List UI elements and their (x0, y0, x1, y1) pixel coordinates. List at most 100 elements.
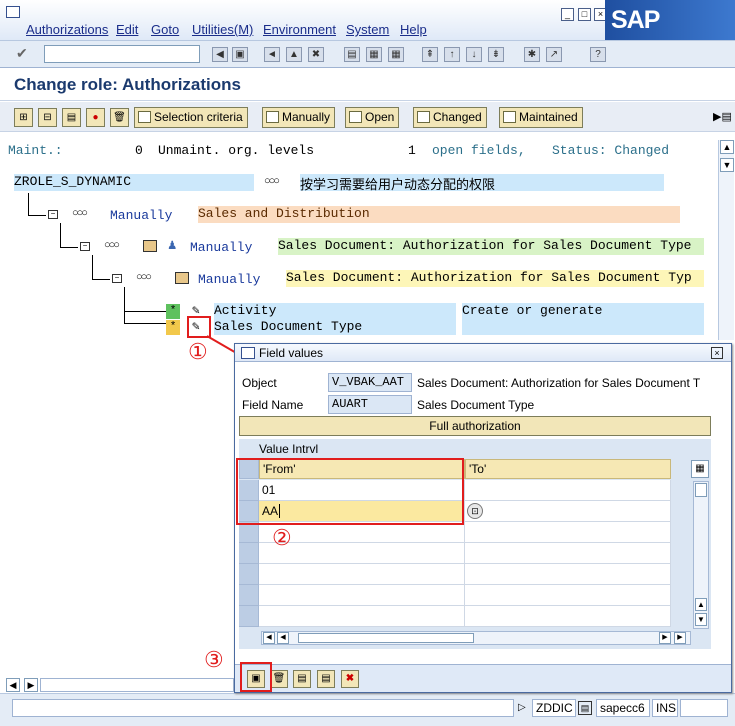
enter-check-icon[interactable]: ✔ (16, 45, 28, 62)
prev-page-icon[interactable]: ↑ (444, 47, 460, 62)
menu-goto[interactable]: Goto (151, 22, 179, 37)
exit-icon[interactable]: ▲ (286, 47, 302, 62)
scroll-up-icon[interactable]: ▲ (720, 140, 734, 154)
horizontal-scrollbar[interactable] (40, 678, 234, 692)
vertical-scrollbar[interactable]: ▲ ▼ (718, 140, 734, 340)
to-cell[interactable] (465, 564, 671, 585)
row-selector[interactable] (239, 606, 259, 627)
delete-icon[interactable]: 🗑 (110, 108, 129, 127)
level1-text[interactable]: Sales and Distribution (198, 206, 680, 223)
collapse-node-icon[interactable]: − (112, 274, 122, 283)
new-session-icon[interactable]: ✱ (524, 47, 540, 62)
menu-authorizations[interactable]: Authorizations (26, 22, 108, 37)
shortcut-icon[interactable]: ↗ (546, 47, 562, 62)
scroll-up-icon[interactable]: ▲ (695, 598, 707, 611)
scroll-left-icon[interactable]: ◀ (6, 678, 20, 692)
maintained-button[interactable]: Maintained (499, 107, 583, 128)
open-button[interactable]: Open (345, 107, 400, 128)
minimize-icon[interactable]: _ (561, 8, 574, 21)
menu-utilities[interactable]: Utilities(M) (192, 22, 253, 37)
system-menu-icon[interactable] (6, 6, 20, 18)
cancel-icon[interactable]: ✖ (308, 47, 324, 62)
collapse-node-icon[interactable]: − (48, 210, 58, 219)
open-icon (349, 111, 362, 123)
menu-system[interactable]: System (346, 22, 389, 37)
to-cell[interactable] (465, 522, 671, 543)
value-help-icon[interactable]: ⊡ (467, 503, 483, 519)
level1-status: Manually (110, 208, 173, 223)
row-selector[interactable] (239, 564, 259, 585)
insert-row-icon[interactable]: ▤ (293, 670, 311, 688)
find-icon[interactable]: ▦ (366, 47, 382, 62)
restore-icon[interactable]: □ (578, 8, 591, 21)
row-selector[interactable] (239, 543, 259, 564)
scroll-right-icon[interactable]: ▶ (24, 678, 38, 692)
close-icon[interactable]: × (711, 347, 723, 359)
help-icon[interactable]: ? (590, 47, 606, 62)
session-icon[interactable]: ▤ (578, 701, 592, 715)
full-authorization-button[interactable]: Full authorization (239, 416, 711, 436)
dialog-titlebar: Field values × (235, 344, 731, 362)
level3-text[interactable]: Sales Document: Authorization for Sales … (286, 270, 704, 287)
back-icon[interactable]: ◀ (212, 47, 228, 62)
role-name[interactable]: ZROLE_S_DYNAMIC (14, 174, 254, 191)
object-icon (143, 240, 157, 252)
delete-icon[interactable]: 🗑 (270, 670, 288, 688)
expand-icon[interactable]: ⊞ (14, 108, 33, 127)
scroll-down-icon[interactable]: ▼ (720, 158, 734, 172)
back-arrow-icon[interactable]: ◄ (264, 47, 280, 62)
menu-help[interactable]: Help (400, 22, 427, 37)
scroll-right-icon[interactable]: ▶ (659, 632, 671, 644)
from-cell[interactable] (259, 606, 465, 627)
table-horizontal-scrollbar[interactable]: ◀ ◀ ▶ ▶ (261, 631, 691, 645)
row-selector[interactable] (239, 522, 259, 543)
to-cell[interactable] (465, 480, 671, 501)
field-doctype-name: Sales Document Type (214, 319, 456, 335)
manually-button[interactable]: Manually (262, 107, 336, 128)
document-icon[interactable]: ▤ (62, 108, 81, 127)
from-cell[interactable] (259, 585, 465, 606)
scroll-down-icon[interactable]: ▼ (695, 613, 707, 626)
menu-edit[interactable]: Edit (116, 22, 138, 37)
table-scroll-thumb[interactable] (695, 483, 707, 497)
print-icon[interactable]: ▤ (344, 47, 360, 62)
title-bar: Change role: Authorizations (0, 69, 735, 101)
status-label: Status: Changed (552, 143, 670, 158)
command-field[interactable] (44, 45, 200, 63)
object-description: Sales Document: Authorization for Sales … (417, 376, 701, 390)
level2-text[interactable]: Sales Document: Authorization for Sales … (278, 238, 704, 255)
unmaint-label: Unmaint. org. levels (158, 143, 315, 158)
select-icon[interactable]: ▤ (317, 670, 335, 688)
to-cell[interactable] (465, 501, 671, 522)
last-page-icon[interactable]: ⇟ (488, 47, 504, 62)
annotation-3: ③ (204, 648, 224, 673)
collapse-node-icon[interactable]: − (80, 242, 90, 251)
save-icon[interactable]: ▣ (232, 47, 248, 62)
to-cell[interactable] (465, 585, 671, 606)
person-icon: ♟ (168, 238, 177, 254)
org-levels-icon[interactable]: ● (86, 108, 105, 127)
changed-button[interactable]: Changed (413, 107, 487, 128)
selection-criteria-button[interactable]: Selection criteria (134, 107, 248, 128)
collapse-icon[interactable]: ⊟ (38, 108, 57, 127)
column-header-to[interactable]: 'To' (465, 459, 671, 479)
to-cell[interactable] (465, 606, 671, 627)
from-cell[interactable] (259, 564, 465, 585)
more-icon[interactable]: ▶▤ (713, 110, 732, 123)
annotation-box-3 (240, 662, 272, 692)
scroll-left-icon[interactable]: ◀ (277, 632, 289, 644)
table-hscroll-thumb[interactable] (298, 633, 474, 643)
scroll-first-icon[interactable]: ◀ (263, 632, 275, 644)
first-page-icon[interactable]: ⇞ (422, 47, 438, 62)
table-vertical-scrollbar[interactable]: ▲ ▼ (693, 481, 709, 629)
table-settings-icon[interactable]: ▦ (691, 460, 709, 478)
cancel-icon[interactable]: ✖ (341, 670, 359, 688)
to-cell[interactable] (465, 543, 671, 564)
level2-status: Manually (190, 240, 253, 255)
scroll-last-icon[interactable]: ▶ (674, 632, 686, 644)
status-toggle-icon[interactable]: ▷ (518, 702, 526, 713)
menu-environment[interactable]: Environment (263, 22, 336, 37)
row-selector[interactable] (239, 585, 259, 606)
find-next-icon[interactable]: ▦ (388, 47, 404, 62)
next-page-icon[interactable]: ↓ (466, 47, 482, 62)
